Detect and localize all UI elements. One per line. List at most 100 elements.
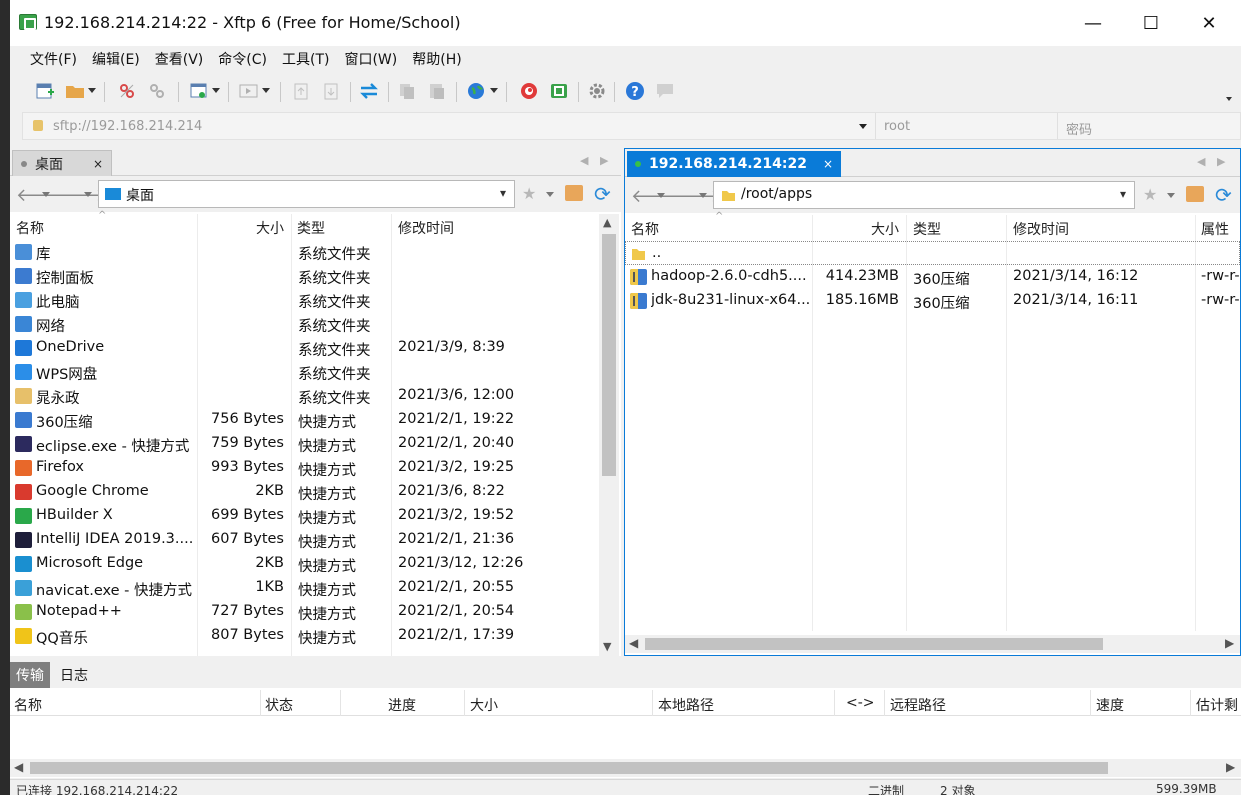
table-row[interactable]: Microsoft Edge 2KB 快捷方式 2021/3/12, 12:26 <box>10 552 621 576</box>
password-field[interactable]: 密码 <box>1057 113 1241 139</box>
menu-tools[interactable]: 工具(T) <box>282 49 329 69</box>
header-type[interactable]: 类型 <box>297 218 325 238</box>
scroll-thumb[interactable] <box>602 234 616 476</box>
menu-command[interactable]: 命令(C) <box>218 49 267 69</box>
header-name[interactable]: 名称 <box>16 218 44 238</box>
header-attributes[interactable]: 属性 <box>1201 219 1229 239</box>
back-dropdown-icon[interactable] <box>657 193 665 198</box>
menu-window[interactable]: 窗口(W) <box>344 49 397 69</box>
table-row[interactable]: 控制面板 系统文件夹 <box>10 264 621 288</box>
reconnect-icon[interactable] <box>146 80 168 102</box>
tab-local-desktop[interactable]: 桌面 × <box>12 150 112 176</box>
bookmark-star-icon[interactable]: ★ <box>1143 185 1157 204</box>
paste-icon[interactable] <box>426 80 448 102</box>
properties-icon[interactable] <box>188 80 220 102</box>
table-row[interactable]: IntelliJ IDEA 2019.3.... 607 Bytes 快捷方式 202… <box>10 528 621 552</box>
chevron-down-icon[interactable]: ▾ <box>500 186 506 200</box>
table-row[interactable]: Google Chrome 2KB 快捷方式 2021/3/6, 8:22 <box>10 480 621 504</box>
settings-gear-icon[interactable] <box>586 80 608 102</box>
chat-bubble-icon[interactable] <box>654 80 676 102</box>
scroll-thumb[interactable] <box>645 638 1103 650</box>
header-modified[interactable]: 修改时间 <box>1013 219 1069 239</box>
table-row[interactable]: Firefox 993 Bytes 快捷方式 2021/3/2, 19:25 <box>10 456 621 480</box>
local-vertical-scrollbar[interactable]: ▲ ▼ <box>599 214 619 656</box>
header-modified[interactable]: 修改时间 <box>398 218 454 238</box>
menu-file[interactable]: 文件(F) <box>30 49 77 69</box>
header-size[interactable]: 大小 <box>871 219 899 239</box>
refresh-icon[interactable]: ⟳ <box>594 182 611 206</box>
help-icon[interactable]: ? <box>624 80 646 102</box>
header-size[interactable]: 大小 <box>256 218 284 238</box>
header-direction[interactable]: <-> <box>846 695 875 711</box>
upload-icon[interactable] <box>290 80 312 102</box>
tab-prev-icon[interactable]: ◀ <box>1197 155 1205 168</box>
header-eta[interactable]: 估计剩 <box>1196 695 1238 715</box>
table-row[interactable]: 网络 系统文件夹 <box>10 312 621 336</box>
header-name[interactable]: 名称 <box>14 695 42 715</box>
table-row[interactable]: WPS网盘 系统文件夹 <box>10 360 621 384</box>
tab-remote-session[interactable]: 192.168.214.214:22 × <box>627 151 841 177</box>
forward-dropdown-icon[interactable] <box>84 192 92 197</box>
tab-close-icon[interactable]: × <box>93 157 103 171</box>
table-row[interactable]: OneDrive 系统文件夹 2021/3/9, 8:39 <box>10 336 621 360</box>
table-row[interactable]: eclipse.exe - 快捷方式 759 Bytes 快捷方式 2021/2/1,… <box>10 432 621 456</box>
table-row[interactable]: HBuilder X 699 Bytes 快捷方式 2021/3/2, 19:52 <box>10 504 621 528</box>
back-dropdown-icon[interactable] <box>42 192 50 197</box>
username-field[interactable]: root <box>875 113 1057 139</box>
menu-help[interactable]: 帮助(H) <box>412 49 461 69</box>
tab-close-icon[interactable]: × <box>823 157 833 171</box>
close-button[interactable]: ✕ <box>1180 0 1238 46</box>
session-view-icon[interactable] <box>238 80 270 102</box>
forward-dropdown-icon[interactable] <box>699 193 707 198</box>
toolbar-overflow-icon[interactable] <box>1224 84 1234 106</box>
table-row[interactable]: navicat.exe - 快捷方式 1KB 快捷方式 2021/2/1, 20:55 <box>10 576 621 600</box>
download-icon[interactable] <box>320 80 342 102</box>
copy-icon[interactable] <box>396 80 418 102</box>
header-speed[interactable]: 速度 <box>1096 695 1124 715</box>
header-size[interactable]: 大小 <box>470 695 498 715</box>
header-status[interactable]: 状态 <box>265 695 293 715</box>
header-name[interactable]: 名称 <box>631 219 659 239</box>
table-row[interactable]: hadoop-2.6.0-cdh5.... 414.23MB 360压缩 2021/3… <box>625 265 1240 289</box>
table-row[interactable]: 此电脑 系统文件夹 <box>10 288 621 312</box>
header-type[interactable]: 类型 <box>913 219 941 239</box>
home-folder-icon[interactable] <box>565 185 583 201</box>
new-session-icon[interactable] <box>34 80 56 102</box>
maximize-button[interactable]: ☐ <box>1122 0 1180 46</box>
refresh-icon[interactable]: ⟳ <box>1215 183 1232 207</box>
home-folder-icon[interactable] <box>1186 186 1204 202</box>
menu-edit[interactable]: 编辑(E) <box>92 49 140 69</box>
menu-view[interactable]: 查看(V) <box>155 49 204 69</box>
chevron-down-icon[interactable]: ▾ <box>1120 187 1126 201</box>
parent-directory-row[interactable]: .. <box>625 241 1240 265</box>
scroll-thumb[interactable] <box>30 762 1108 774</box>
transfer-horizontal-scrollbar[interactable]: ◀ ▶ <box>10 759 1241 777</box>
tab-log[interactable]: 日志 <box>54 662 94 688</box>
minimize-button[interactable]: — <box>1064 0 1122 46</box>
host-dropdown-icon[interactable] <box>859 124 867 129</box>
tab-next-icon[interactable]: ▶ <box>1217 155 1225 168</box>
bookmark-dropdown-icon[interactable] <box>546 192 554 197</box>
tab-prev-icon[interactable]: ◀ <box>580 154 588 167</box>
local-path-combo[interactable]: 桌面 ▾ <box>98 180 515 208</box>
bookmark-star-icon[interactable]: ★ <box>522 184 536 203</box>
bookmark-dropdown-icon[interactable] <box>1167 193 1175 198</box>
host-input[interactable]: sftp://192.168.214.214 <box>53 119 202 134</box>
sync-transfer-icon[interactable] <box>358 80 380 102</box>
header-remote-path[interactable]: 远程路径 <box>890 695 946 715</box>
table-row[interactable]: jdk-8u231-linux-x64... 185.16MB 360压缩 2021/… <box>625 289 1240 313</box>
header-local-path[interactable]: 本地路径 <box>658 695 714 715</box>
table-row[interactable]: Notepad++ 727 Bytes 快捷方式 2021/2/1, 20:54 <box>10 600 621 624</box>
remote-path-combo[interactable]: /root/apps ▾ <box>713 181 1135 209</box>
table-row[interactable]: 晁永政 系统文件夹 2021/3/6, 12:00 <box>10 384 621 408</box>
remote-horizontal-scrollbar[interactable]: ◀ ▶ <box>625 635 1240 653</box>
header-progress[interactable]: 进度 <box>388 695 416 715</box>
xshell-icon[interactable] <box>518 80 540 102</box>
table-row[interactable]: 库系统文件夹 <box>10 240 621 264</box>
tab-next-icon[interactable]: ▶ <box>600 154 608 167</box>
globe-icon[interactable] <box>466 80 498 102</box>
xftp-icon[interactable] <box>548 80 570 102</box>
tab-transfers[interactable]: 传输 <box>10 662 50 688</box>
disconnect-icon[interactable] <box>116 80 138 102</box>
table-row[interactable]: 360压缩 756 Bytes 快捷方式 2021/2/1, 19:22 <box>10 408 621 432</box>
